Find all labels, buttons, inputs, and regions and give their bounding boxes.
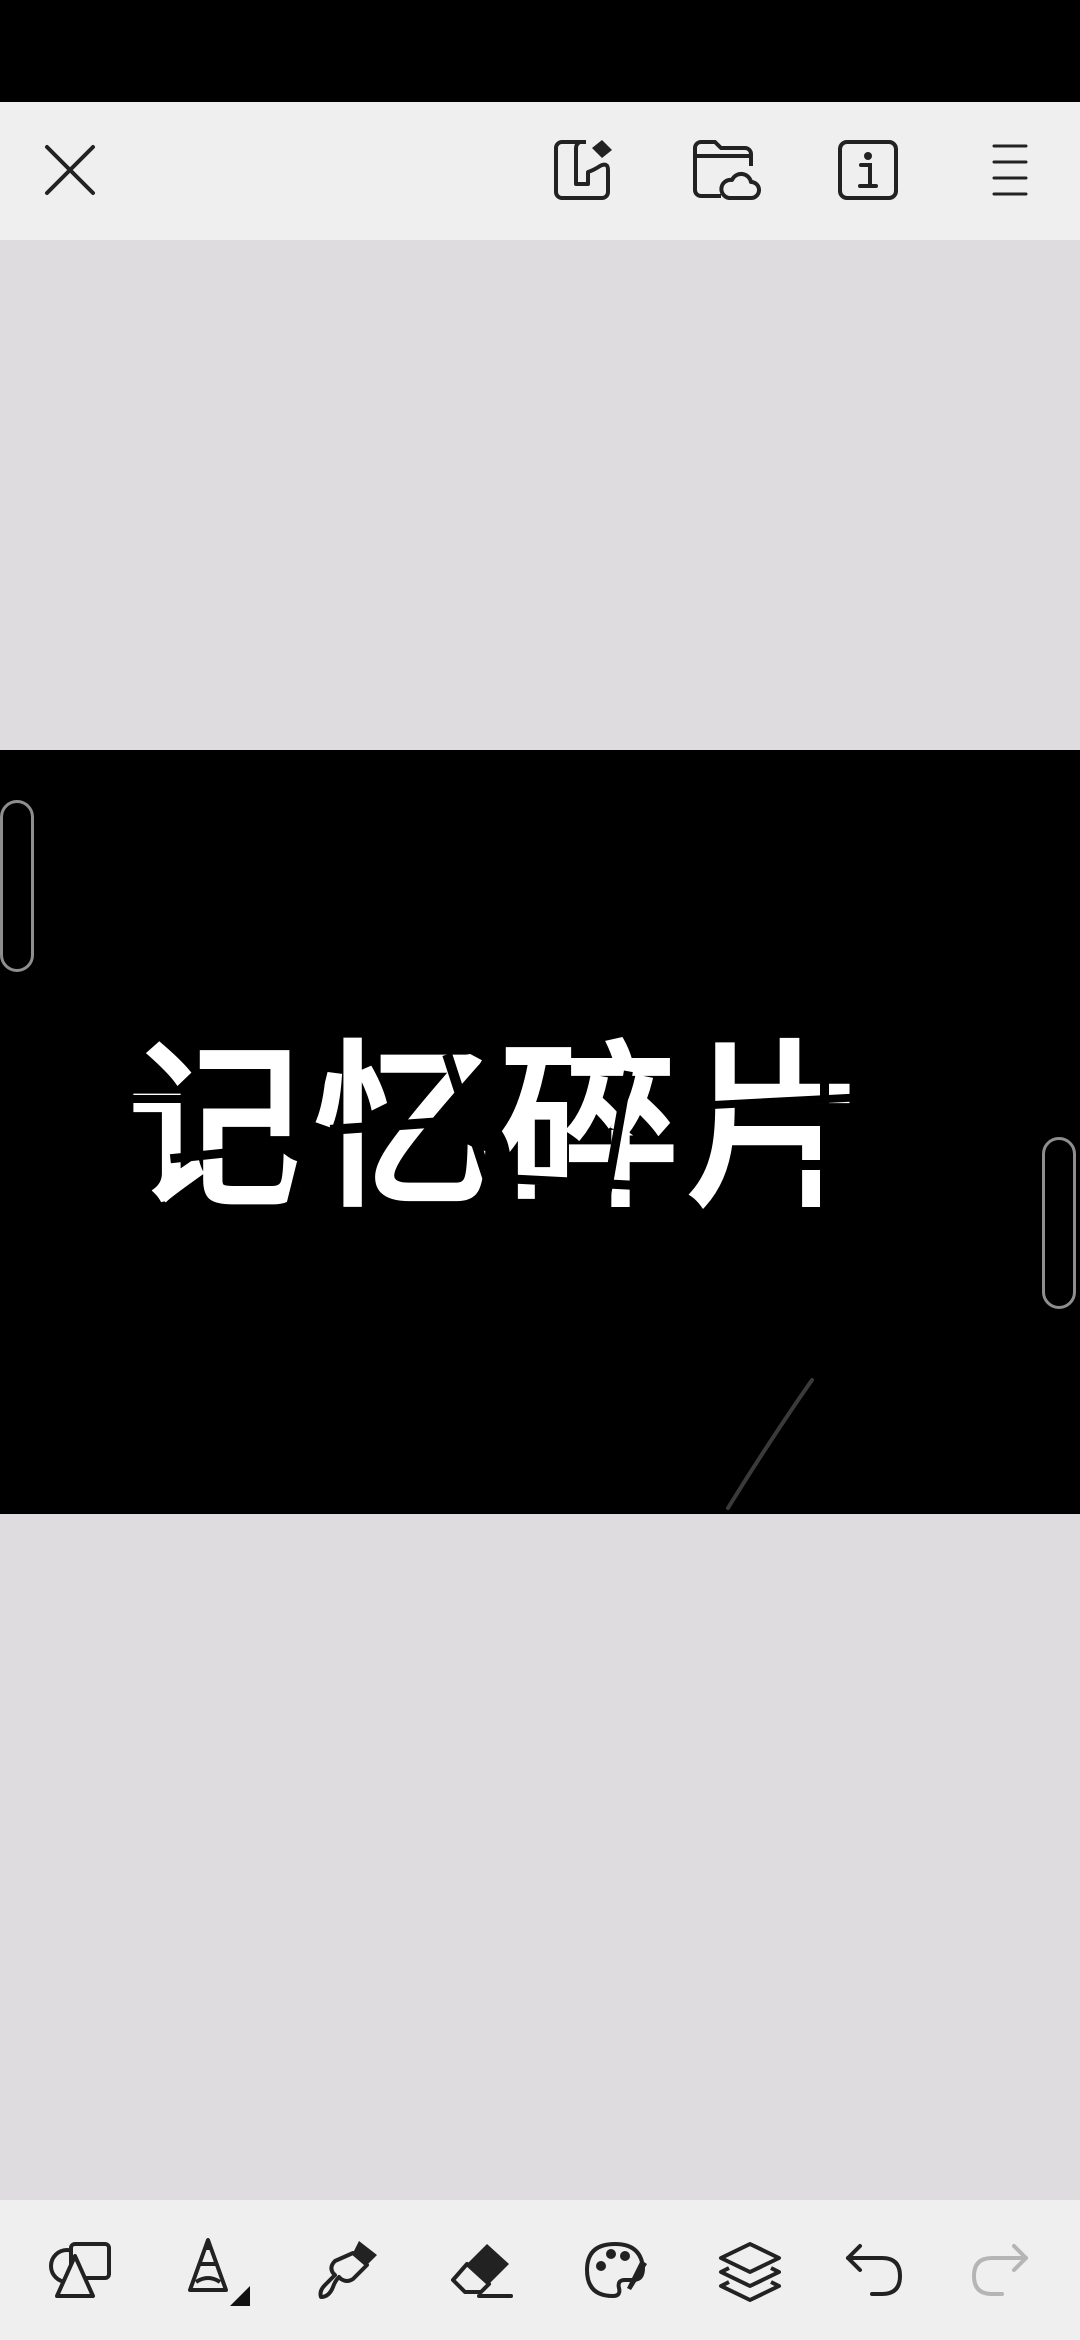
eraser-icon [451,2244,513,2298]
close-button[interactable] [18,118,122,222]
close-icon [45,145,95,195]
layers-button[interactable] [698,2218,802,2322]
right-side-handle[interactable] [1042,1137,1076,1309]
bottom-toolbar [0,2200,1080,2340]
undo-icon [846,2244,903,2296]
workspace-background-bottom[interactable] [0,1514,1080,2200]
shapes-tool-button[interactable] [28,2218,132,2322]
info-button[interactable] [816,118,920,222]
shapes-icon [49,2242,111,2298]
left-side-handle[interactable] [0,800,34,972]
eraser-tool-button[interactable] [430,2218,534,2322]
color-palette-button[interactable] [564,2218,668,2322]
cloud-folder-button[interactable] [674,118,778,222]
top-toolbar [0,102,1080,240]
pencil-tool-button[interactable] [162,2218,266,2322]
redo-icon [971,2244,1028,2296]
drawing-app-screen: 记忆碎片 [0,0,1080,2340]
pencil-icon [188,2238,250,2306]
smudge-icon [318,2241,377,2299]
info-icon [838,140,898,200]
menu-button[interactable] [958,118,1062,222]
layers-icon [719,2242,781,2302]
canvas-artwork-text: 记忆碎片 [128,1025,872,1232]
smudge-tool-button[interactable] [296,2218,400,2322]
workspace-background-top[interactable] [0,240,1080,750]
edit-note-button[interactable] [532,118,636,222]
cloud-folder-icon [693,140,761,200]
edit-note-icon [554,140,612,200]
redo-button[interactable] [948,2218,1052,2322]
palette-icon [585,2242,647,2298]
status-bar [0,0,1080,102]
undo-button[interactable] [822,2218,926,2322]
menu-icon [992,144,1028,196]
